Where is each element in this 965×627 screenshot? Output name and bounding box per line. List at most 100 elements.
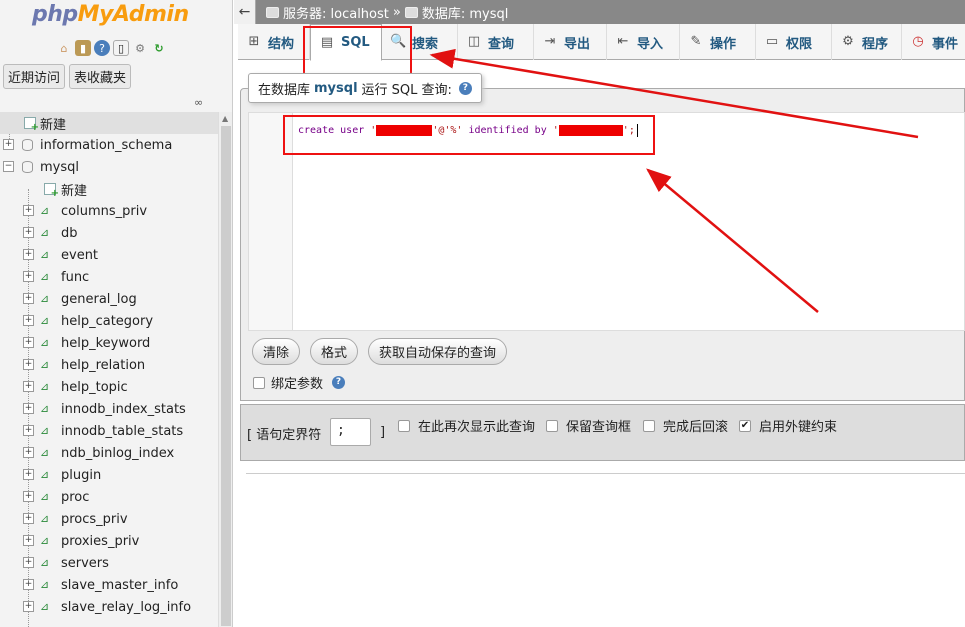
expand-icon[interactable]: + [23,359,34,370]
keep-query-box-checkbox[interactable] [546,419,558,432]
expand-icon[interactable]: + [23,447,34,458]
navigation-panel: phpMyAdmin ⌂ ▮ ? ▯ ⚙ ↻ 近期访问 表收藏夹 ∞ 新建 + … [0,0,233,627]
sql-query-legend: 在数据库 mysql 运行 SQL 查询: ? [248,73,482,103]
expand-icon[interactable]: + [23,249,34,260]
tree-item-table[interactable]: + ⊿ general_log [0,288,218,310]
tab-query[interactable]: ◫ 查询 [458,24,534,60]
collapse-nav-icon[interactable]: ← [234,0,256,24]
expand-icon[interactable]: + [23,227,34,238]
get-autosaved-query-button[interactable]: 获取自动保存的查询 [368,338,508,365]
tree-item-database[interactable]: − mysql [0,156,218,178]
expand-icon[interactable]: + [23,579,34,590]
tree-item-database[interactable]: + information_schema [0,134,218,156]
tree-item-label: proxies_priv [61,533,140,549]
expand-icon[interactable]: + [23,381,34,392]
table-icon: ⊿ [40,512,50,525]
breadcrumb-server[interactable]: 服务器: localhost [283,3,389,22]
home-icon[interactable]: ⌂ [56,40,72,56]
delimiter-bracket: ] [380,425,386,440]
tree-item-table[interactable]: + ⊿ help_keyword [0,332,218,354]
sql-editor[interactable]: create user ' '@'%' identified by ' '; [248,112,965,331]
tab-label: 查询 [488,36,515,52]
legend-database[interactable]: mysql [314,81,358,96]
tab-routines[interactable]: ⚙ 程序 [832,24,902,60]
tree-item-new[interactable]: 新建 [0,112,218,134]
help-icon[interactable]: ? [458,81,472,95]
delimiter-input[interactable]: ; [330,418,371,446]
link-icon[interactable]: ∞ [194,96,203,109]
collapse-icon[interactable]: − [3,161,14,172]
recent-button[interactable]: 近期访问 [3,64,66,89]
expand-icon[interactable]: + [23,293,34,304]
docs-icon[interactable]: ▯ [113,40,129,56]
option-label: 完成后回滚 [663,420,729,435]
tree-item-table[interactable]: + ⊿ plugin [0,464,218,486]
expand-icon[interactable]: + [23,205,34,216]
database-icon [404,6,418,18]
help-icon[interactable]: ? [94,40,110,56]
tab-export[interactable]: ⇥ 导出 [534,24,607,60]
tree-item-table[interactable]: + ⊿ slave_master_info [0,574,218,596]
breadcrumb-separator: » [392,4,401,20]
tree-item-label: ndb_binlog_index [61,445,175,461]
reload-icon[interactable]: ↻ [151,40,167,56]
tab-import[interactable]: ⇤ 导入 [607,24,680,60]
expand-icon[interactable]: + [23,425,34,436]
help-icon[interactable]: ? [332,376,346,389]
phpmyadmin-logo[interactable]: phpMyAdmin [32,2,189,27]
clear-button[interactable]: 清除 [252,338,301,365]
tree-item-table[interactable]: + ⊿ servers [0,552,218,574]
tab-events[interactable]: ◷ 事件 [902,24,965,60]
format-button[interactable]: 格式 [310,338,359,365]
expand-icon[interactable]: + [23,535,34,546]
expand-icon[interactable]: + [23,513,34,524]
scroll-up-icon[interactable]: ▲ [222,114,228,123]
rollback-checkbox[interactable] [643,419,655,432]
breadcrumb-database[interactable]: 数据库: mysql [422,3,509,22]
expand-icon[interactable]: + [23,403,34,414]
tree-item-label: information_schema [40,137,173,153]
expand-icon[interactable]: + [23,271,34,282]
expand-icon[interactable]: + [23,557,34,568]
tree-item-table[interactable]: + ⊿ innodb_table_stats [0,420,218,442]
tree-item-table[interactable]: + ⊿ columns_priv [0,200,218,222]
tree-item-table[interactable]: + ⊿ help_relation [0,354,218,376]
expand-icon[interactable]: + [23,601,34,612]
foreign-key-checks-checkbox[interactable]: ✔ [739,419,751,432]
tree-item-table[interactable]: + ⊿ ndb_binlog_index [0,442,218,464]
tree-item-table[interactable]: + ⊿ db [0,222,218,244]
tree-item-table[interactable]: + ⊿ procs_priv [0,508,218,530]
tree-item-table[interactable]: + ⊿ event [0,244,218,266]
tab-privileges[interactable]: ▭ 权限 [756,24,832,60]
favorites-button[interactable]: 表收藏夹 [69,64,132,89]
sql-code-line[interactable]: create user ' '@'%' identified by ' '; [298,124,638,137]
database-icon [22,161,33,173]
tab-operations[interactable]: ✎ 操作 [680,24,756,60]
tab-search[interactable]: 🔍 搜索 [382,24,458,60]
server-icon [266,6,279,18]
tree-item-table[interactable]: + ⊿ func [0,266,218,288]
table-icon: ⊿ [40,578,50,591]
nav-scrollbar[interactable]: ▲ [218,112,232,627]
tree-item-table[interactable]: + ⊿ proc [0,486,218,508]
tree-item-new-table[interactable]: 新建 [0,178,218,200]
tab-structure[interactable]: ⊞ 结构 [238,24,310,60]
settings-icon[interactable]: ⚙ [132,40,148,56]
logout-icon[interactable]: ▮ [75,40,91,56]
expand-icon[interactable]: + [23,469,34,480]
table-icon: ⊿ [40,204,50,217]
expand-icon[interactable]: + [3,139,14,150]
scrollbar-thumb[interactable] [221,126,231,626]
bind-parameters-checkbox[interactable] [253,376,265,389]
show-query-again-checkbox[interactable] [398,419,410,432]
tree-item-table[interactable]: + ⊿ slave_relay_log_info [0,596,218,618]
expand-icon[interactable]: + [23,491,34,502]
tree-item-table[interactable]: + ⊿ innodb_index_stats [0,398,218,420]
tab-sql[interactable]: ▤ SQL [310,24,382,61]
tree-item-table[interactable]: + ⊿ proxies_priv [0,530,218,552]
expand-icon[interactable]: + [23,337,34,348]
line-number-gutter [249,113,293,330]
tree-item-table[interactable]: + ⊿ help_category [0,310,218,332]
expand-icon[interactable]: + [23,315,34,326]
tree-item-table[interactable]: + ⊿ help_topic [0,376,218,398]
